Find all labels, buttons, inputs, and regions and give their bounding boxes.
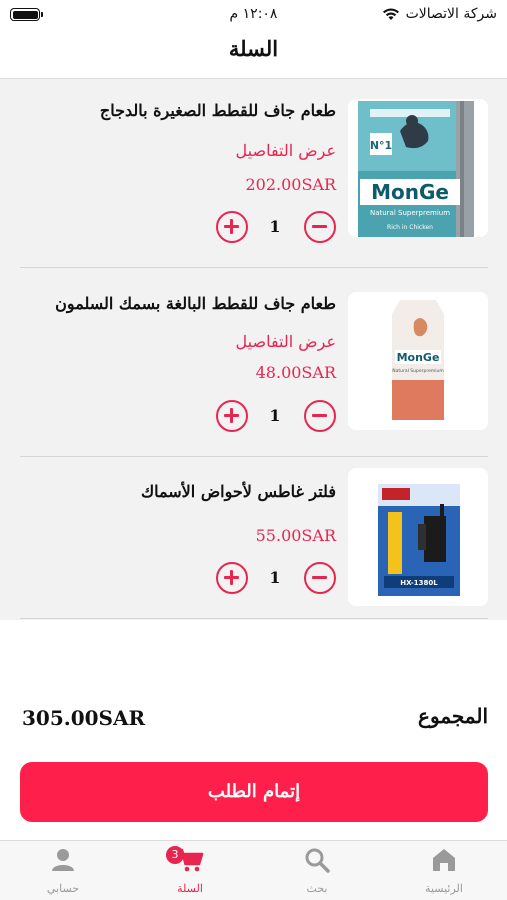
- tab-home[interactable]: الرئيسية: [381, 841, 507, 900]
- tab-bar: الرئيسية بحث 3 السلة حسابي: [0, 840, 507, 900]
- increase-quantity-button[interactable]: [216, 400, 248, 432]
- product-price: 202.00SAR: [245, 175, 336, 194]
- monge-adult-bag-image: MonGe Natural Superpremium: [392, 300, 444, 420]
- product-name: طعام جاف للقطط الصغيرة بالدجاج: [99, 101, 336, 120]
- product-name: فلتر غاطس لأحواض الأسماك: [140, 482, 336, 501]
- tab-cart[interactable]: 3 السلة: [127, 841, 253, 900]
- increase-quantity-button[interactable]: [216, 562, 248, 594]
- cart-item: N°1 MonGe Natural Superpremium Rich in C…: [20, 99, 488, 269]
- total-label: المجموع: [418, 704, 488, 728]
- cart-item: MonGe Natural Superpremium طعام جاف للقط…: [20, 290, 488, 460]
- caption-text: Rich in Chicken: [387, 224, 433, 231]
- product-image[interactable]: N°1 MonGe Natural Superpremium Rich in C…: [348, 99, 488, 237]
- total-row: المجموع 305.00SAR: [20, 690, 488, 730]
- home-icon: [433, 849, 455, 871]
- search-icon: [305, 848, 330, 873]
- clock: ١٢:٠٨ م: [229, 6, 278, 22]
- quantity-stepper: 1: [216, 400, 336, 434]
- product-image[interactable]: HX-1380L: [348, 468, 488, 606]
- decrease-quantity-button[interactable]: [304, 562, 336, 594]
- minus-icon: [312, 225, 327, 228]
- quantity-value: 1: [269, 406, 281, 425]
- tab-label: الرئيسية: [425, 882, 463, 895]
- total-amount: 305.00SAR: [22, 706, 146, 730]
- quantity-stepper: 1: [216, 211, 336, 245]
- quantity-stepper: 1: [216, 562, 336, 596]
- product-image[interactable]: MonGe Natural Superpremium: [348, 292, 488, 430]
- view-details-link[interactable]: عرض التفاصيل: [236, 332, 336, 351]
- badge-text: N°1: [370, 139, 392, 152]
- tab-label: بحث: [306, 882, 328, 895]
- product-name: طعام جاف للقطط البالغة بسمك السلمون: [55, 294, 336, 313]
- brand-text: MonGe: [371, 180, 449, 204]
- aquarium-filter-box-image: HX-1380L: [378, 484, 460, 596]
- monge-kitten-bag-image: N°1 MonGe Natural Superpremium Rich in C…: [358, 101, 474, 237]
- brand-text: MonGe: [397, 351, 440, 364]
- cart-count-badge: 3: [166, 846, 184, 864]
- person-icon: [52, 849, 74, 871]
- minus-icon: [312, 414, 327, 417]
- increase-quantity-button[interactable]: [216, 211, 248, 243]
- tagline-text: Natural Superpremium: [370, 209, 450, 217]
- page-title: السلة: [228, 36, 279, 61]
- quantity-value: 1: [269, 217, 281, 236]
- view-details-link[interactable]: عرض التفاصيل: [236, 141, 336, 160]
- tab-label: السلة: [177, 882, 203, 895]
- product-price: 55.00SAR: [255, 526, 336, 545]
- minus-icon: [312, 576, 327, 579]
- tab-search[interactable]: بحث: [254, 841, 380, 900]
- row-divider: [20, 618, 488, 619]
- tagline-text: Natural Superpremium: [392, 368, 443, 374]
- cart-item: HX-1380L فلتر غاطس لأحواض الأسماك 55.00S…: [20, 468, 488, 618]
- quantity-value: 1: [269, 568, 281, 587]
- cart-list: N°1 MonGe Natural Superpremium Rich in C…: [0, 79, 507, 620]
- status-bar: شركة الاتصالات ١٢:٠٨ م: [0, 0, 507, 30]
- checkout-button[interactable]: إتمام الطلب: [20, 762, 488, 822]
- tab-account[interactable]: حسابي: [0, 841, 126, 900]
- product-price: 48.00SAR: [255, 363, 336, 382]
- decrease-quantity-button[interactable]: [304, 211, 336, 243]
- row-divider: [20, 456, 488, 457]
- battery-icon: [10, 8, 43, 21]
- row-divider: [20, 267, 488, 268]
- tab-label: حسابي: [46, 882, 80, 895]
- decrease-quantity-button[interactable]: [304, 400, 336, 432]
- model-text: HX-1380L: [400, 579, 438, 587]
